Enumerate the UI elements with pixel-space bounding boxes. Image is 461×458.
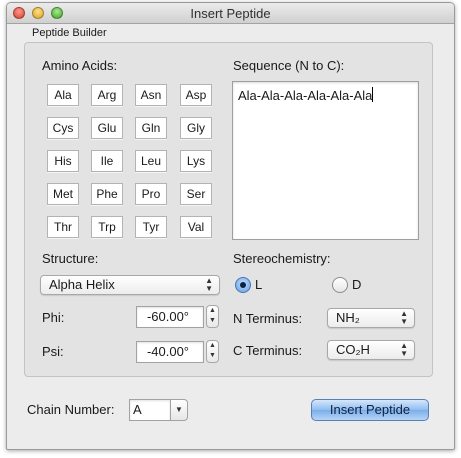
psi-label: Psi: [42, 344, 64, 359]
n-terminus-label: N Terminus: [233, 311, 303, 326]
text-caret [372, 87, 374, 102]
sequence-label: Sequence (N to C): [233, 58, 345, 73]
psi-stepper-arrows-icon[interactable]: ▲ ▼ [206, 340, 219, 363]
window-title: Insert Peptide [190, 6, 271, 21]
amino-acids-label: Amino Acids: [42, 58, 118, 73]
n-terminus-value: NH₂ [336, 310, 360, 325]
chain-number-field[interactable]: A [129, 399, 171, 421]
psi-field[interactable]: -40.00° [136, 341, 204, 363]
stereo-l-label: L [255, 277, 263, 292]
amino-acid-button-asp[interactable]: Asp [180, 84, 212, 106]
amino-acid-button-gly[interactable]: Gly [180, 117, 212, 139]
popup-arrows-icon: ▲ ▼ [205, 276, 213, 293]
chain-number-label: Chain Number: [27, 402, 115, 417]
amino-acid-button-lys[interactable]: Lys [180, 150, 212, 172]
structure-popup[interactable]: Alpha Helix ▲ ▼ [40, 275, 220, 295]
structure-value: Alpha Helix [49, 277, 115, 292]
sequence-text: Ala-Ala-Ala-Ala-Ala-Ala [238, 88, 373, 103]
amino-acid-button-val[interactable]: Val [180, 216, 212, 238]
radio-selected-dot [240, 282, 246, 288]
n-terminus-popup[interactable]: NH₂ ▲ ▼ [327, 308, 415, 328]
amino-acid-button-pro[interactable]: Pro [135, 183, 167, 205]
c-terminus-value: CO₂H [336, 342, 370, 357]
sequence-text-area[interactable]: Ala-Ala-Ala-Ala-Ala-Ala [232, 81, 419, 240]
popup-arrows-icon: ▲ ▼ [400, 341, 408, 358]
popup-arrows-icon: ▲ ▼ [400, 309, 408, 326]
phi-label: Phi: [42, 310, 65, 325]
amino-acid-button-thr[interactable]: Thr [47, 216, 79, 238]
stereo-d-label: D [352, 277, 362, 292]
peptide-builder-label: Peptide Builder [32, 27, 107, 39]
structure-label: Structure: [42, 251, 99, 266]
title-bar[interactable]: Insert Peptide [7, 3, 454, 24]
amino-acid-button-asn[interactable]: Asn [135, 84, 167, 106]
amino-acid-button-met[interactable]: Met [47, 183, 79, 205]
c-terminus-popup[interactable]: CO₂H ▲ ▼ [327, 340, 415, 360]
c-terminus-label: C Terminus: [233, 343, 303, 358]
amino-acid-button-phe[interactable]: Phe [91, 183, 123, 205]
amino-acid-button-gln[interactable]: Gln [135, 117, 167, 139]
amino-acid-button-his[interactable]: His [47, 150, 79, 172]
amino-acid-button-arg[interactable]: Arg [91, 84, 123, 106]
amino-acid-button-glu[interactable]: Glu [91, 117, 123, 139]
insert-peptide-button[interactable]: Insert Peptide [311, 399, 429, 421]
amino-acid-button-cys[interactable]: Cys [47, 117, 79, 139]
amino-acid-button-leu[interactable]: Leu [135, 150, 167, 172]
stereochemistry-label: Stereochemistry: [233, 251, 331, 266]
amino-acid-button-ala[interactable]: Ala [47, 84, 79, 106]
stereo-d-radio[interactable] [332, 277, 348, 293]
amino-acid-button-trp[interactable]: Trp [91, 216, 123, 238]
phi-stepper-arrows-icon[interactable]: ▲ ▼ [206, 305, 219, 328]
amino-acid-button-ser[interactable]: Ser [180, 183, 212, 205]
amino-acid-button-tyr[interactable]: Tyr [135, 216, 167, 238]
chain-number-combo[interactable]: A ▼ [129, 399, 188, 421]
phi-field[interactable]: -60.00° [136, 306, 204, 328]
amino-acid-button-ile[interactable]: Ile [91, 150, 123, 172]
stereo-l-radio[interactable] [235, 277, 251, 293]
chevron-down-icon[interactable]: ▼ [170, 399, 188, 421]
